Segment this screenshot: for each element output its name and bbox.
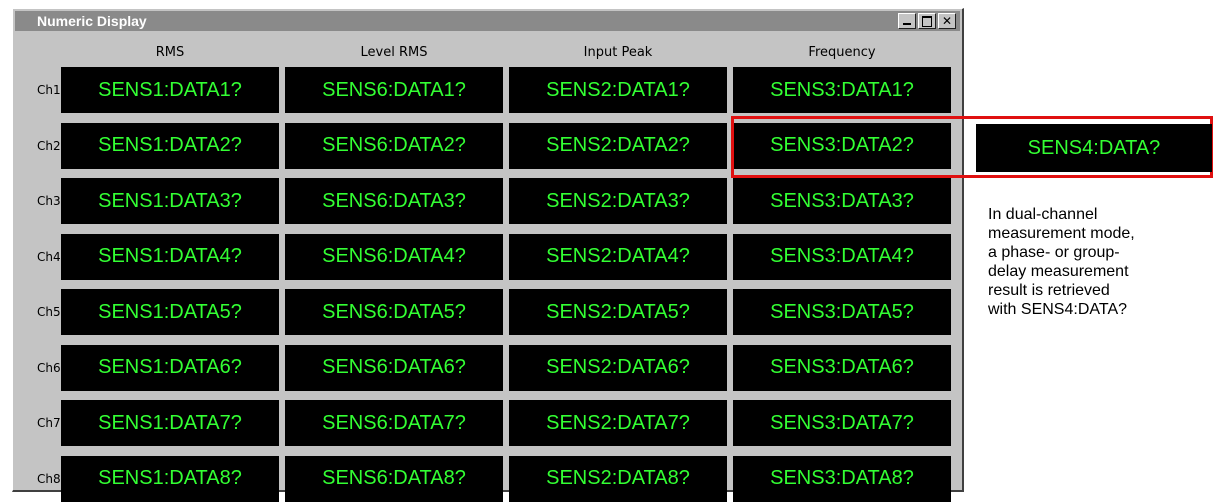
display-cell: SENS6:DATA3?: [285, 178, 503, 224]
display-cell: SENS6:DATA4?: [285, 233, 503, 280]
display-cell: SENS2:DATA3?: [509, 178, 727, 224]
channel-label: Ch5: [37, 305, 61, 319]
display-cell: SENS1:DATA2?: [61, 122, 279, 169]
display-cell: SENS2:DATA5?: [509, 289, 727, 335]
display-cell: SENS1:DATA8?: [61, 455, 279, 502]
display-cell: SENS6:DATA1?: [285, 67, 503, 113]
column-header-input-peak: Input Peak: [583, 45, 653, 60]
display-cell: SENS1:DATA3?: [61, 178, 279, 224]
display-cell: SENS3:DATA1?: [733, 67, 951, 113]
display-cell: SENS3:DATA4?: [733, 233, 951, 280]
channel-label: Ch8: [37, 471, 61, 486]
display-cell: SENS3:DATA3?: [733, 178, 951, 224]
channel-label: Ch3: [37, 194, 61, 208]
display-cell: SENS6:DATA6?: [285, 344, 503, 391]
display-cell: SENS2:DATA6?: [509, 344, 727, 391]
display-cell: SENS3:DATA6?: [733, 344, 951, 391]
channel-label: Ch2: [37, 138, 61, 153]
column-header-frequency: Frequency: [808, 45, 876, 60]
window-controls: ✕: [898, 13, 956, 29]
column-header-rms: RMS: [155, 45, 185, 60]
display-cell: SENS6:DATA5?: [285, 289, 503, 335]
window-titlebar[interactable]: Numeric Display ✕: [15, 11, 960, 31]
display-cell: SENS2:DATA1?: [509, 67, 727, 113]
display-cell: SENS6:DATA8?: [285, 455, 503, 502]
channel-label: Ch4: [37, 249, 61, 264]
display-cell: SENS1:DATA6?: [61, 344, 279, 391]
display-cell: SENS2:DATA8?: [509, 455, 727, 502]
channel-label: Ch1: [37, 83, 61, 97]
display-cell: SENS2:DATA4?: [509, 233, 727, 280]
channel-label: Ch6: [37, 360, 61, 375]
close-button[interactable]: ✕: [938, 13, 956, 29]
minimize-button[interactable]: [898, 13, 916, 29]
display-cell: SENS6:DATA2?: [285, 122, 503, 169]
maximize-button[interactable]: [918, 13, 936, 29]
callout-note: In dual-channel measurement mode, a phas…: [988, 206, 1135, 318]
column-header-level-rms: Level RMS: [360, 45, 428, 60]
display-cell: SENS3:DATA8?: [733, 455, 951, 502]
display-cell: SENS1:DATA4?: [61, 233, 279, 280]
display-cell: SENS6:DATA7?: [285, 400, 503, 446]
numeric-display-window: Numeric Display ✕ RMS Level RMS Input Pe…: [12, 8, 964, 502]
sens4-display-cell: SENS4:DATA?: [976, 124, 1212, 172]
display-cell: SENS3:DATA5?: [733, 289, 951, 335]
display-cell: SENS2:DATA7?: [509, 400, 727, 446]
display-cell: SENS1:DATA7?: [61, 400, 279, 446]
display-cell: SENS3:DATA7?: [733, 400, 951, 446]
channel-label: Ch7: [37, 416, 61, 430]
display-cell: SENS1:DATA1?: [61, 67, 279, 113]
window-title: Numeric Display: [37, 13, 147, 29]
display-cell: SENS2:DATA2?: [509, 122, 727, 169]
display-cell: SENS1:DATA5?: [61, 289, 279, 335]
